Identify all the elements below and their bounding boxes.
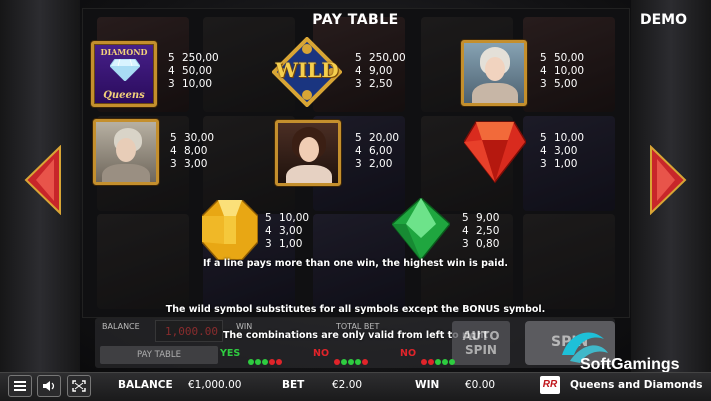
rule-highest-win: If a line pays more than one win, the hi… <box>203 258 508 269</box>
autospin-button[interactable]: AUTO SPIN <box>452 321 510 365</box>
paytable-catherine-pays: 5 30,00 4 8,00 3 3,00 <box>170 132 214 171</box>
emerald-gem-symbol <box>392 198 450 260</box>
combo-yes-label: YES <box>220 348 241 359</box>
pay-row: 5 250,00 <box>355 52 406 64</box>
paytable-logo-pays: 5 250,00 4 50,00 3 10,00 <box>168 52 219 91</box>
paytable-button[interactable]: PAY TABLE <box>100 346 218 364</box>
rule-wild-substitute: The wild symbol substitutes for all symb… <box>165 304 546 315</box>
pay-row: 3 2,00 <box>355 158 393 170</box>
sound-button[interactable] <box>37 375 61 397</box>
pay-row: 5 30,00 <box>170 132 215 144</box>
bet-label: BET <box>282 379 305 391</box>
balance-value: €1,000.00 <box>188 379 242 391</box>
win-label: WIN <box>415 379 440 391</box>
autospin-line1: AUTO <box>462 329 500 343</box>
pay-row: 4 50,00 <box>168 65 213 77</box>
pay-row: 5 10,00 <box>540 132 585 144</box>
pay-row: 4 10,00 <box>540 65 585 77</box>
fullscreen-icon <box>72 380 86 392</box>
logo-line1: DIAMOND <box>100 47 148 57</box>
menu-button[interactable] <box>8 375 32 397</box>
balance-label: BALANCE <box>118 379 173 391</box>
sound-icon <box>43 381 55 391</box>
pay-row: 5 50,00 <box>540 52 585 64</box>
paytable-marie-pays: 5 50,00 4 10,00 3 5,00 <box>540 52 584 91</box>
combo-no-label: NO <box>313 348 330 359</box>
queen-catherine-symbol <box>93 119 159 185</box>
combo-no-dots <box>334 350 369 365</box>
bet-value: €2.00 <box>332 379 363 391</box>
pay-row: 5 250,00 <box>168 52 219 64</box>
combo-no-dots-2 <box>421 350 456 365</box>
wild-label: WILD <box>275 58 339 82</box>
game-name: Queens and Diamonds <box>570 379 703 391</box>
pay-row: 4 3,00 <box>540 145 578 157</box>
studio-logo: RR <box>540 376 560 394</box>
fullscreen-button[interactable] <box>67 375 91 397</box>
pay-row: 5 10,00 <box>265 212 310 224</box>
pay-row: 3 1,00 <box>265 238 303 250</box>
paytable-wild-pays: 5 250,00 4 9,00 3 2,50 <box>355 52 406 91</box>
menu-icon <box>14 381 26 391</box>
pay-row: 3 2,50 <box>355 78 393 90</box>
pay-row: 4 3,00 <box>265 225 303 237</box>
demo-badge: DEMO <box>640 12 688 28</box>
diamond-icon <box>110 59 140 81</box>
logo-line2: Queens <box>103 90 145 101</box>
combo-no-label-2: NO <box>400 348 417 359</box>
arrow-right-icon[interactable] <box>649 145 687 215</box>
pay-row: 4 8,00 <box>170 145 208 157</box>
paytable-ruby-pays: 5 10,00 4 3,00 3 1,00 <box>540 132 584 171</box>
win-value: €0.00 <box>465 379 496 391</box>
paytable-topaz-pays: 5 10,00 4 3,00 3 1,00 <box>265 212 309 251</box>
pay-row: 5 9,00 <box>462 212 500 224</box>
arrow-left-icon[interactable] <box>24 145 62 215</box>
wild-symbol: WILD <box>272 37 342 107</box>
paytable-sisi-pays: 5 20,00 4 6,00 3 2,00 <box>355 132 399 171</box>
diamond-queens-symbol: DIAMOND Queens <box>91 41 157 107</box>
topaz-gem-symbol <box>202 200 258 260</box>
paytable-emerald-pays: 5 9,00 4 2,50 3 0,80 <box>462 212 499 251</box>
pay-row: 3 5,00 <box>540 78 578 90</box>
pay-row: 5 20,00 <box>355 132 400 144</box>
ruby-gem-symbol <box>464 121 526 184</box>
pay-row: 4 9,00 <box>355 65 393 77</box>
pay-row: 3 3,00 <box>170 158 208 170</box>
autospin-line2: SPIN <box>465 343 497 357</box>
queen-sisi-symbol <box>275 120 341 186</box>
queen-marie-symbol <box>461 40 527 106</box>
paytable-title: PAY TABLE <box>312 12 399 28</box>
pay-row: 3 1,00 <box>540 158 578 170</box>
pay-row: 4 2,50 <box>462 225 500 237</box>
combo-yes-dots <box>248 350 283 365</box>
pay-row: 4 6,00 <box>355 145 393 157</box>
pay-row: 3 10,00 <box>168 78 213 90</box>
pay-row: 3 0,80 <box>462 238 500 250</box>
